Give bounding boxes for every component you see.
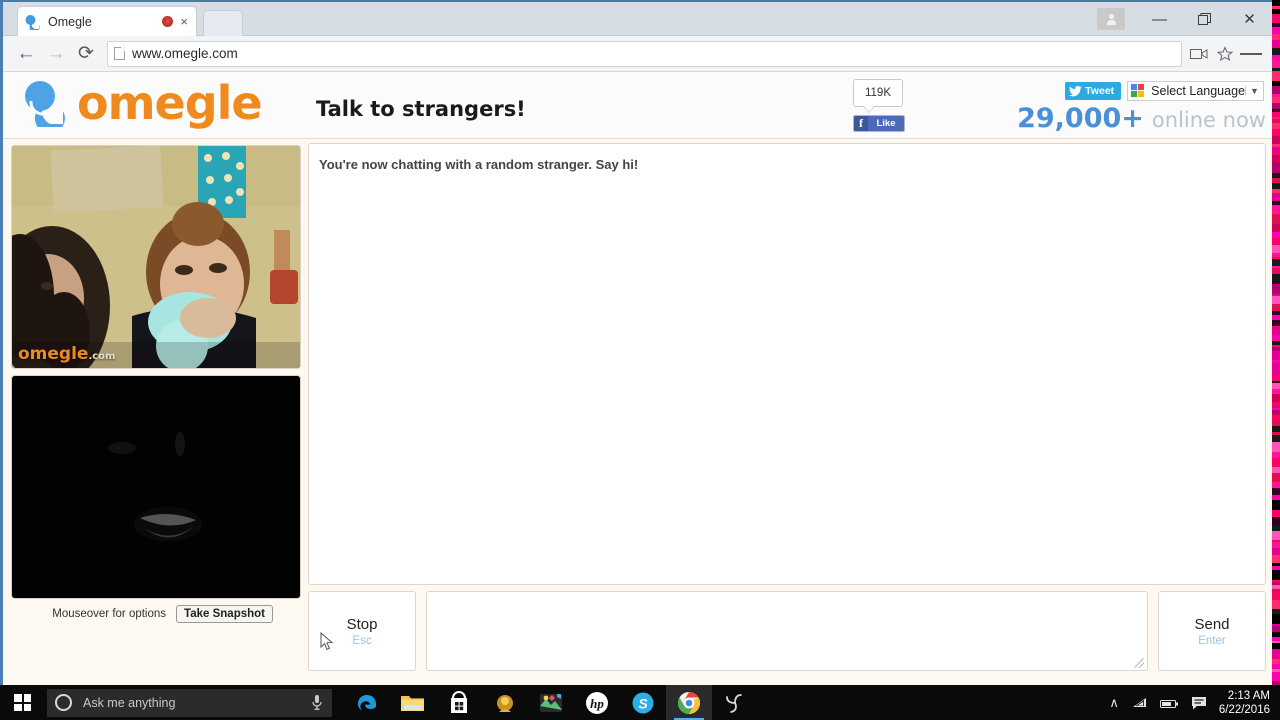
select-language-dropdown[interactable]: Select Language ▼ (1127, 81, 1264, 101)
stop-button[interactable]: Stop Esc (308, 591, 416, 671)
facebook-like-button[interactable]: f Like (853, 115, 905, 132)
mouse-cursor (320, 631, 334, 652)
online-count-value: 29,000+ (1017, 103, 1144, 134)
back-button-icon[interactable]: ← (11, 39, 41, 69)
omegle-logo[interactable]: omegle (21, 76, 263, 134)
message-input[interactable] (426, 591, 1148, 671)
tweet-button[interactable]: Tweet (1065, 82, 1122, 100)
microphone-icon[interactable] (310, 694, 324, 711)
windows-taskbar: Ask me anything hp S ∧ 2:13 AM 6/22/2016 (0, 685, 1280, 720)
omegle-tagline: Talk to strangers! (316, 97, 526, 121)
taskbar-item-skype[interactable]: S (620, 685, 666, 720)
stranger-video[interactable]: omegle.com (11, 145, 301, 369)
svg-text:S: S (638, 695, 648, 711)
social-row: Tweet Select Language ▼ (1065, 81, 1264, 101)
bookmark-star-icon[interactable] (1214, 43, 1236, 65)
google-translate-icon (1131, 84, 1146, 98)
facebook-f-icon: f (854, 116, 868, 131)
chat-system-message: You're now chatting with a random strang… (319, 157, 639, 172)
address-bar[interactable]: www.omegle.com (107, 40, 1182, 67)
chrome-browser-window: Omegle × — ✕ ← → ⟳ www.omegle.com omegle… (0, 0, 1272, 685)
chat-log: You're now chatting with a random strang… (308, 143, 1266, 585)
window-controls: — ✕ (1097, 2, 1272, 36)
video-cast-icon[interactable] (1188, 43, 1210, 65)
taskbar-item-photos[interactable] (528, 685, 574, 720)
mouseover-hint: Mouseover for options (52, 608, 167, 620)
taskbar-item-app-gold[interactable] (482, 685, 528, 720)
screen-edge-noise (1272, 0, 1280, 686)
stop-button-label: Stop (346, 615, 378, 633)
system-tray: ∧ 2:13 AM 6/22/2016 (1109, 689, 1280, 717)
clock-time: 2:13 AM (1227, 689, 1270, 702)
omegle-favicon-icon (24, 14, 41, 32)
notification-icon[interactable] (1191, 696, 1207, 710)
send-button-shortcut: Enter (1198, 634, 1226, 647)
omegle-logo-text: omegle (77, 76, 263, 130)
battery-icon[interactable] (1159, 697, 1179, 709)
document-icon (114, 47, 125, 60)
browser-tab-strip: Omegle × — ✕ (3, 2, 1272, 36)
windows-start-icon[interactable] (0, 685, 45, 720)
chevron-down-icon[interactable]: ▼ (1245, 86, 1263, 96)
send-button[interactable]: Send Enter (1158, 591, 1266, 671)
tab-recording-indicator-icon (162, 16, 174, 27)
svg-text:hp: hp (590, 696, 604, 711)
self-video[interactable] (11, 375, 301, 599)
online-count-label: online now (1151, 108, 1266, 132)
taskbar-item-hp-support[interactable]: hp (574, 685, 620, 720)
profile-icon[interactable] (1097, 8, 1125, 30)
taskbar-item-google-chrome[interactable] (666, 685, 712, 720)
wifi-icon[interactable] (1131, 696, 1148, 710)
online-counter: 29,000+ online now (1017, 103, 1266, 134)
omegle-logo-mark-icon (21, 79, 71, 134)
reload-button-icon[interactable]: ⟳ (71, 39, 101, 69)
search-input[interactable]: Ask me anything (47, 688, 332, 717)
stop-button-shortcut: Esc (352, 634, 372, 647)
take-snapshot-button[interactable]: Take Snapshot (176, 605, 273, 623)
taskbar-clock[interactable]: 2:13 AM 6/22/2016 (1219, 689, 1274, 717)
video-controls: Mouseover for options Take Snapshot (11, 605, 301, 623)
facebook-like-count: 119K (853, 79, 903, 113)
taskbar-item-edge[interactable] (344, 685, 390, 720)
cortana-ring-icon (55, 694, 72, 711)
new-tab-button[interactable] (203, 10, 243, 36)
send-button-label: Send (1194, 615, 1230, 633)
forward-button-icon[interactable]: → (41, 39, 71, 69)
window-close-button[interactable]: ✕ (1227, 2, 1272, 36)
chat-controls: Stop Esc Send Enter (308, 591, 1266, 671)
window-maximize-button[interactable] (1182, 2, 1227, 36)
browser-tab-omegle[interactable]: Omegle × (17, 6, 197, 36)
omegle-video-watermark: omegle.com (18, 344, 116, 364)
toolbar-right-icons (1188, 43, 1264, 65)
twitter-bird-icon (1069, 85, 1082, 97)
facebook-like-widget: 119K f Like (853, 79, 909, 132)
clock-date: 6/22/2016 (1218, 703, 1270, 716)
search-input-placeholder: Ask me anything (83, 695, 176, 710)
taskbar-apps: hp S (344, 685, 758, 720)
tweet-button-label: Tweet (1085, 85, 1115, 97)
taskbar-item-file-explorer[interactable] (390, 685, 436, 720)
browser-tab-title: Omegle (48, 14, 92, 29)
tray-chevron-up-icon[interactable]: ∧ (1109, 695, 1119, 711)
window-minimize-button[interactable]: — (1137, 2, 1182, 36)
omegle-page: omegle Talk to strangers! 119K f Like Tw… (3, 73, 1272, 685)
taskbar-item-app-spinner[interactable] (712, 685, 758, 720)
omegle-header: omegle Talk to strangers! 119K f Like Tw… (3, 73, 1272, 139)
video-column: omegle.com Mouseover for options Take Sn… (11, 145, 301, 623)
textarea-resize-handle[interactable] (1134, 658, 1144, 668)
hamburger-menu-icon[interactable] (1240, 43, 1262, 65)
browser-toolbar: ← → ⟳ www.omegle.com (3, 36, 1272, 72)
facebook-like-label: Like (868, 116, 904, 131)
tab-close-icon[interactable]: × (180, 15, 190, 28)
select-language-label: Select Language (1151, 84, 1245, 98)
omegle-main: omegle.com Mouseover for options Take Sn… (3, 140, 1272, 685)
taskbar-item-microsoft-store[interactable] (436, 685, 482, 720)
address-bar-url: www.omegle.com (132, 46, 238, 61)
screen-root: Omegle × — ✕ ← → ⟳ www.omegle.com omegle… (0, 0, 1280, 720)
